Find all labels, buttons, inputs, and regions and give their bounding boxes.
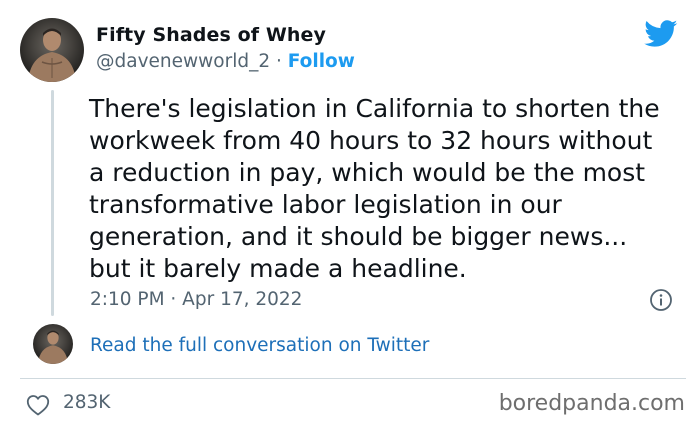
author-handle[interactable]: @davenewworld_2 [96, 51, 270, 72]
info-icon[interactable] [649, 288, 673, 312]
heart-icon[interactable] [26, 394, 50, 416]
author-display-name[interactable]: Fifty Shades of Whey [96, 24, 326, 46]
twitter-bird-icon[interactable] [644, 20, 678, 48]
thread-avatar[interactable] [33, 324, 73, 364]
tweet-text: There's legislation in California to sho… [89, 94, 660, 283]
thread-line [51, 90, 54, 316]
handle-separator: · [276, 51, 282, 72]
follow-button[interactable]: Follow [288, 51, 355, 72]
watermark: boredpanda.com [498, 391, 685, 416]
avatar-photo [28, 28, 76, 82]
tweet-timestamp[interactable]: 2:10 PM · Apr 17, 2022 [90, 289, 302, 310]
author-handle-line: @davenewworld_2 · Follow [96, 51, 355, 72]
author-avatar[interactable] [20, 18, 84, 82]
divider [20, 378, 686, 379]
read-full-conversation-link[interactable]: Read the full conversation on Twitter [90, 335, 429, 356]
avatar-photo [38, 330, 68, 364]
like-count[interactable]: 283K [63, 392, 110, 413]
